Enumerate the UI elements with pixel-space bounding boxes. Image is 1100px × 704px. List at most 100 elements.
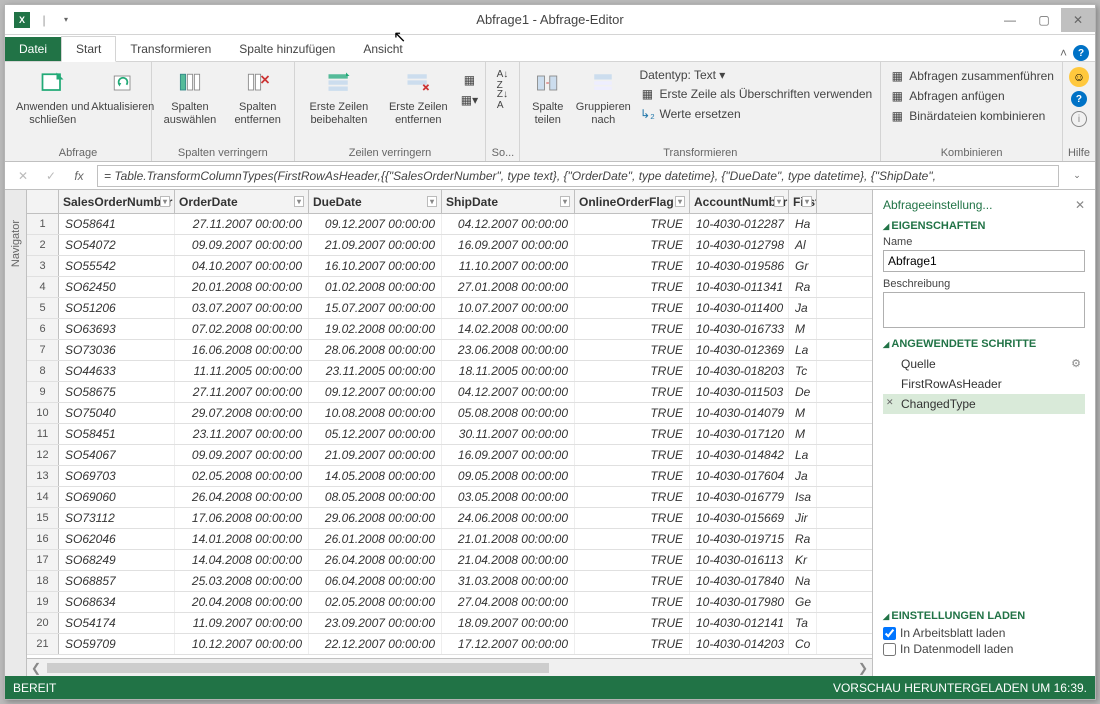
- collapse-ribbon-icon[interactable]: ˄: [1060, 46, 1067, 60]
- feedback-icon[interactable]: ☺: [1069, 67, 1089, 87]
- step-source[interactable]: Quelle⚙: [883, 354, 1085, 374]
- group-help-label: Hilfe: [1067, 145, 1091, 161]
- rownum-header[interactable]: [27, 190, 59, 213]
- app-window: ↖ X | ▾ Abfrage1 - Abfrage-Editor — ▢ ✕ …: [4, 4, 1096, 700]
- data-grid: SalesOrderNumber OrderDate DueDate ShipD…: [27, 190, 873, 676]
- group-by-button[interactable]: Gruppieren nach: [573, 65, 633, 128]
- help-button[interactable]: ?: [1071, 91, 1087, 107]
- table-row[interactable]: 7SO7303616.06.2008 00:00:0028.06.2008 00…: [27, 340, 872, 361]
- group-combine-label: Kombinieren: [885, 145, 1058, 161]
- navigator-pane[interactable]: Navigator: [5, 190, 27, 676]
- fx-accept-icon[interactable]: ✓: [41, 169, 61, 183]
- group-reduce-cols-label: Spalten verringern: [156, 145, 290, 161]
- tab-file[interactable]: Datei: [5, 37, 61, 61]
- info-icon[interactable]: i: [1071, 111, 1087, 127]
- pane-close-icon[interactable]: ✕: [1075, 198, 1085, 212]
- replace-values-button[interactable]: ↳₂Werte ersetzen: [637, 105, 874, 123]
- combine-binaries-button[interactable]: ▦Binärdateien kombinieren: [887, 107, 1056, 125]
- qat-dropdown-icon[interactable]: ▾: [57, 11, 75, 29]
- navigator-label: Navigator: [10, 220, 22, 267]
- close-button[interactable]: ✕: [1061, 8, 1095, 32]
- window-title: Abfrage1 - Abfrage-Editor: [5, 12, 1095, 27]
- load-worksheet-checkbox[interactable]: In Arbeitsblatt laden: [883, 626, 1085, 640]
- table-row[interactable]: 16SO6204614.01.2008 00:00:0026.01.2008 0…: [27, 529, 872, 550]
- table-row[interactable]: 20SO5417411.09.2007 00:00:0023.09.2007 0…: [27, 613, 872, 634]
- apply-close-button[interactable]: Anwenden und schließen: [9, 65, 97, 128]
- sort-desc-icon[interactable]: Z↓A: [492, 91, 512, 109]
- table-row[interactable]: 11SO5845123.11.2007 00:00:0005.12.2007 0…: [27, 424, 872, 445]
- load-heading: EINSTELLUNGEN LADEN: [883, 610, 1085, 622]
- table-row[interactable]: 21SO5970910.12.2007 00:00:0022.12.2007 0…: [27, 634, 872, 655]
- maximize-button[interactable]: ▢: [1027, 8, 1061, 32]
- append-queries-button[interactable]: ▦Abfragen anfügen: [887, 87, 1056, 105]
- choose-columns-button[interactable]: Spalten auswählen: [156, 65, 224, 128]
- table-row[interactable]: 6SO6369307.02.2008 00:00:0019.02.2008 00…: [27, 319, 872, 340]
- table-row[interactable]: 5SO5120603.07.2007 00:00:0015.07.2007 00…: [27, 298, 872, 319]
- remove-columns-button[interactable]: Spalten entfernen: [226, 65, 290, 128]
- table-row[interactable]: 19SO6863420.04.2008 00:00:0002.05.2008 0…: [27, 592, 872, 613]
- fx-expand-icon[interactable]: ⌄: [1067, 170, 1087, 181]
- minimize-button[interactable]: —: [993, 8, 1027, 32]
- remove-rows-button[interactable]: Erste Zeilen entfernen: [381, 65, 455, 128]
- load-datamodel-checkbox[interactable]: In Datenmodell laden: [883, 642, 1085, 656]
- table-row[interactable]: 17SO6824914.04.2008 00:00:0026.04.2008 0…: [27, 550, 872, 571]
- table-row[interactable]: 8SO4463311.11.2005 00:00:0023.11.2005 00…: [27, 361, 872, 382]
- datatype-dropdown[interactable]: Datentyp: Text ▾: [637, 67, 874, 83]
- step-changedtype[interactable]: ChangedType: [883, 394, 1085, 414]
- col-duedate[interactable]: DueDate: [309, 190, 442, 213]
- titlebar: X | ▾ Abfrage1 - Abfrage-Editor — ▢ ✕: [5, 5, 1095, 35]
- table-row[interactable]: 12SO5406709.09.2007 00:00:0021.09.2007 0…: [27, 445, 872, 466]
- tab-start[interactable]: Start: [61, 36, 116, 62]
- split-column-button[interactable]: Spalte teilen: [524, 65, 571, 128]
- col-onlineorderflag[interactable]: OnlineOrderFlag: [575, 190, 690, 213]
- step-firstrowasheader[interactable]: FirstRowAsHeader: [883, 374, 1085, 394]
- remove-dup-icon[interactable]: ▦: [459, 71, 479, 89]
- pane-title: Abfrageeinstellung...✕: [883, 198, 1085, 212]
- tab-view[interactable]: Ansicht: [349, 37, 416, 61]
- col-shipdate[interactable]: ShipDate: [442, 190, 575, 213]
- tab-transform[interactable]: Transformieren: [116, 37, 225, 61]
- table-row[interactable]: 10SO7504029.07.2008 00:00:0010.08.2008 0…: [27, 403, 872, 424]
- grid-body[interactable]: 1SO5864127.11.2007 00:00:0009.12.2007 00…: [27, 214, 872, 658]
- sort-asc-icon[interactable]: A↓Z: [492, 71, 512, 89]
- tab-addcolumn[interactable]: Spalte hinzufügen: [225, 37, 349, 61]
- group-sort-label: So...: [490, 145, 515, 161]
- table-row[interactable]: 9SO5867527.11.2007 00:00:0009.12.2007 00…: [27, 382, 872, 403]
- app-icon: X: [13, 11, 31, 29]
- gear-icon[interactable]: ⚙: [1071, 357, 1081, 370]
- keep-rows-button[interactable]: Erste Zeilen beibehalten: [299, 65, 380, 128]
- col-orderdate[interactable]: OrderDate: [175, 190, 309, 213]
- group-reduce-rows-label: Zeilen verringern: [299, 145, 482, 161]
- status-left: BEREIT: [13, 681, 56, 695]
- refresh-button[interactable]: Aktualisieren: [99, 65, 148, 116]
- horizontal-scrollbar[interactable]: ❮❯: [27, 658, 872, 676]
- table-row[interactable]: 18SO6885725.03.2008 00:00:0006.04.2008 0…: [27, 571, 872, 592]
- query-name-input[interactable]: [883, 250, 1085, 272]
- table-row[interactable]: 3SO5554204.10.2007 00:00:0016.10.2007 00…: [27, 256, 872, 277]
- query-settings-pane: Abfrageeinstellung...✕ EIGENSCHAFTEN Nam…: [873, 190, 1095, 676]
- table-row[interactable]: 1SO5864127.11.2007 00:00:0009.12.2007 00…: [27, 214, 872, 235]
- col-salesordernumber[interactable]: SalesOrderNumber: [59, 190, 175, 213]
- table-row[interactable]: 4SO6245020.01.2008 00:00:0001.02.2008 00…: [27, 277, 872, 298]
- table-row[interactable]: 13SO6970302.05.2008 00:00:0014.05.2008 0…: [27, 466, 872, 487]
- name-label: Name: [883, 236, 1085, 248]
- status-right: VORSCHAU HERUNTERGELADEN UM 16:39.: [833, 681, 1087, 695]
- group-transform-label: Transformieren: [524, 145, 876, 161]
- formula-input[interactable]: = Table.TransformColumnTypes(FirstRowAsH…: [97, 165, 1059, 187]
- ribbon-tabs: Datei Start Transformieren Spalte hinzuf…: [5, 35, 1095, 62]
- fx-icon[interactable]: fx: [69, 169, 89, 183]
- status-bar: BEREIT VORSCHAU HERUNTERGELADEN UM 16:39…: [5, 676, 1095, 699]
- desc-label: Beschreibung: [883, 278, 1085, 290]
- merge-queries-button[interactable]: ▦Abfragen zusammenführen: [887, 67, 1056, 85]
- fx-cancel-icon[interactable]: ✕: [13, 169, 33, 183]
- first-row-header-button[interactable]: ▦Erste Zeile als Überschriften verwenden: [637, 85, 874, 103]
- description-input[interactable]: [883, 292, 1085, 328]
- help-icon[interactable]: ?: [1073, 45, 1089, 61]
- table-row[interactable]: 15SO7311217.06.2008 00:00:0029.06.2008 0…: [27, 508, 872, 529]
- remove-errors-icon[interactable]: ▦▾: [459, 91, 479, 109]
- table-row[interactable]: 2SO5407209.09.2007 00:00:0021.09.2007 00…: [27, 235, 872, 256]
- grid-header: SalesOrderNumber OrderDate DueDate ShipD…: [27, 190, 872, 214]
- col-accountnumber[interactable]: AccountNumber: [690, 190, 789, 213]
- table-row[interactable]: 14SO6906026.04.2008 00:00:0008.05.2008 0…: [27, 487, 872, 508]
- col-firstname[interactable]: FirstN: [789, 190, 817, 213]
